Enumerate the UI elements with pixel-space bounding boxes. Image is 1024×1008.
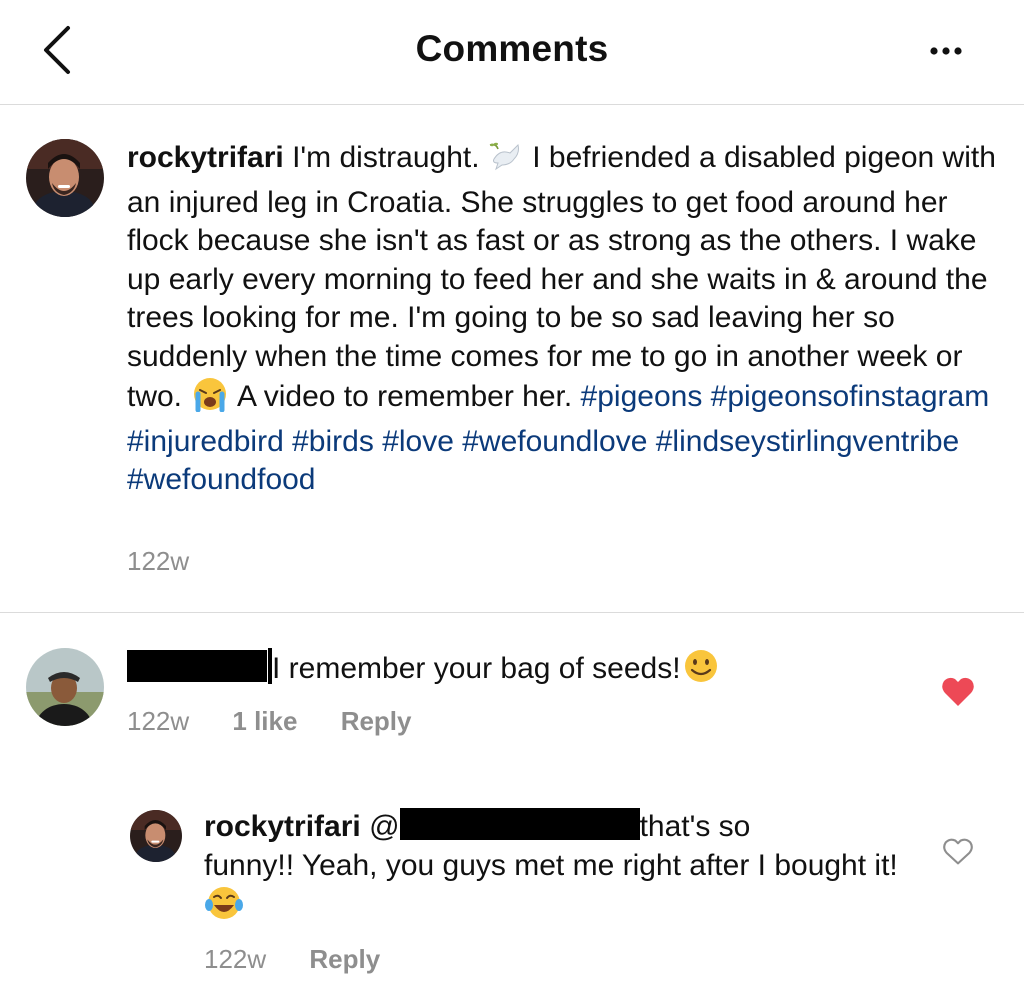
hashtag-link[interactable]: #wefoundfood (127, 463, 316, 496)
comment-timestamp: 122w (127, 706, 190, 736)
avatar[interactable] (26, 139, 104, 217)
reply-username[interactable]: rockytrifari (204, 810, 361, 843)
hashtag-link[interactable]: #injuredbird (127, 425, 284, 458)
comment-meta: 122w 1 like Reply (127, 706, 412, 737)
avatar[interactable] (130, 810, 182, 862)
reply-body-part: funny!! Yeah, you guys met me right afte… (204, 848, 898, 882)
reply-button[interactable]: Reply (309, 944, 380, 974)
likes-count-link[interactable]: 1 like (232, 706, 297, 736)
caption-meta: 122w (127, 546, 189, 577)
dove-icon (488, 139, 524, 184)
caption-text: rockytrifari I'm distraught. I befriende… (127, 139, 997, 500)
reply-meta: 122w Reply (204, 944, 380, 975)
caption-username[interactable]: rockytrifari (127, 141, 284, 174)
heart-outline-icon (943, 838, 973, 865)
hashtag-link[interactable]: #lindseystirlingventribe (656, 425, 960, 458)
more-options-button[interactable] (924, 36, 974, 66)
reply-body-part: that's so (639, 810, 751, 843)
like-button[interactable] (941, 676, 975, 713)
hashtag-link[interactable]: #birds (292, 425, 374, 458)
reply-button[interactable]: Reply (341, 706, 412, 736)
divider (0, 612, 1024, 613)
reply-text: rockytrifari @ that's so funny!! Yeah, yo… (204, 808, 904, 932)
crying-face-icon (190, 376, 230, 423)
mention-prefix: @ (369, 810, 400, 843)
comment-text: I remember your bag of seeds! (127, 648, 721, 695)
hashtag-link[interactable]: #wefoundlove (462, 425, 647, 458)
hashtag-link[interactable]: #pigeons (581, 380, 703, 413)
caption-text-part: I'm distraught. (283, 141, 488, 174)
reply-timestamp: 122w (204, 944, 267, 974)
ellipsis-icon (930, 47, 962, 55)
caption-text-part: A video to remember her. (230, 380, 581, 413)
hashtag-link[interactable]: #love (382, 425, 454, 458)
comment-body: I remember your bag of seeds! (272, 652, 681, 685)
hashtag-link[interactable]: #pigeonsofinstagram (711, 380, 990, 413)
like-button[interactable] (943, 838, 973, 871)
redacted-username (127, 650, 267, 682)
heart-filled-icon (942, 677, 974, 706)
avatar[interactable] (26, 648, 104, 726)
tears-of-joy-icon (204, 885, 244, 932)
smiling-face-icon (681, 648, 721, 695)
page-title: Comments (415, 28, 609, 69)
header-bar: Comments (0, 0, 1024, 105)
redacted-mention (399, 808, 640, 840)
caption-text-part: I befriended a disabled pigeon with an i… (127, 141, 996, 413)
caption-timestamp: 122w (127, 546, 190, 576)
